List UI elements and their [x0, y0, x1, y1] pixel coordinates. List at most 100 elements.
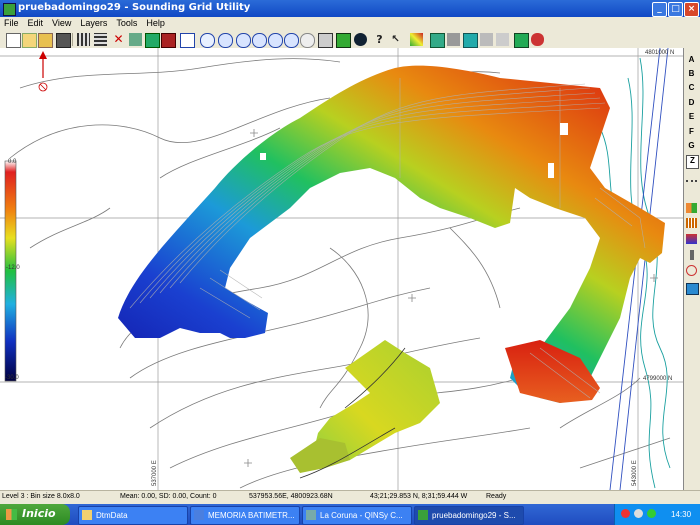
maximize-button[interactable]: □ — [668, 2, 683, 17]
page-icon[interactable] — [180, 33, 195, 48]
menu-edit[interactable]: Edit — [24, 17, 49, 28]
layer-button-a[interactable]: A — [686, 55, 697, 67]
east-coordinate-label: 543000 E — [632, 460, 638, 486]
minimize-button[interactable]: _ — [652, 2, 667, 17]
zoom-in-icon[interactable] — [218, 33, 233, 48]
zoom-out-icon[interactable] — [236, 33, 251, 48]
clock: 14:30 — [671, 510, 692, 519]
map-icon[interactable] — [514, 33, 529, 48]
run-icon[interactable] — [531, 33, 544, 46]
window-title: pruebadomingo29 - Sounding Grid Utility — [18, 2, 251, 13]
menu-view[interactable]: View — [48, 17, 76, 28]
status-bar: Level 3 : Bin size 8.0x8.0 Mean: 0.00, S… — [0, 490, 700, 504]
pick-icon[interactable] — [129, 33, 142, 46]
start-button[interactable]: Inicio — [0, 504, 70, 525]
color-icon[interactable] — [145, 33, 160, 48]
task-label: DtmData — [96, 511, 128, 520]
layers-icon[interactable] — [318, 33, 333, 48]
map-svg — [0, 48, 683, 490]
wave-tool-icon[interactable] — [686, 234, 697, 244]
scale-label-top: 0.0 — [8, 159, 17, 165]
status-level: Level 3 : Bin size 8.0x8.0 — [2, 493, 80, 500]
layer-button-b[interactable]: B — [686, 69, 697, 81]
task-memoria[interactable]: MEMORIA BATIMETR... — [190, 506, 300, 525]
side-toolbar: A B C D E F G Z — [684, 48, 700, 490]
layer-button-z[interactable]: Z — [686, 155, 699, 169]
status-coords-en: 537953.56E, 4800923.68N — [249, 493, 333, 500]
app-icon — [3, 3, 16, 16]
task-label: MEMORIA BATIMETR... — [208, 511, 295, 520]
zoom-all-icon[interactable] — [252, 33, 267, 48]
open-icon[interactable] — [22, 33, 37, 48]
system-tray: 14:30 — [614, 504, 700, 525]
bathymetry-yellow-tail — [290, 438, 350, 473]
status-coords-geo: 43;21;29.853 N, 8;31;59.444 W — [370, 493, 468, 500]
help-pointer-icon[interactable]: ↖ — [389, 33, 402, 46]
layer-button-d[interactable]: D — [686, 98, 697, 110]
task-label: La Coruna - QINSy C... — [320, 511, 403, 520]
start-label: Inicio — [22, 507, 56, 520]
phone-icon[interactable] — [686, 283, 699, 295]
task-label: pruebadomingo29 - S... — [432, 511, 516, 520]
menu-file[interactable]: File — [0, 17, 24, 28]
layer-button-f[interactable]: F — [686, 127, 697, 139]
map-canvas[interactable]: 0.0 -12.0 -30.0 4801000 N 4799000 N 5370… — [0, 48, 684, 490]
layer-button-e[interactable]: E — [686, 112, 697, 124]
menu-bar: File Edit View Layers Tools Help — [0, 17, 700, 31]
menu-help[interactable]: Help — [142, 17, 170, 28]
grid-icon[interactable] — [77, 33, 90, 46]
zoom-prev-icon[interactable] — [268, 33, 283, 48]
shade-icon[interactable] — [447, 33, 460, 46]
pen-icon[interactable] — [690, 250, 694, 260]
bars-icon[interactable] — [686, 218, 697, 228]
tray-network-icon[interactable] — [634, 509, 643, 518]
west-coordinate-label: 537000 E — [152, 460, 158, 486]
app-icon — [418, 510, 428, 520]
tray-status-icon[interactable] — [647, 509, 656, 518]
open-folder-icon[interactable] — [38, 33, 53, 48]
word-icon — [194, 510, 204, 520]
task-dtmdata[interactable]: DtmData — [78, 506, 188, 525]
layer-button-g[interactable]: G — [686, 141, 697, 153]
windows-logo-icon — [6, 509, 17, 520]
rotate-icon[interactable] — [686, 265, 697, 276]
separator — [72, 33, 73, 46]
grid-color-icon[interactable] — [686, 203, 697, 213]
zoom-box-icon[interactable] — [200, 33, 215, 48]
draw-icon[interactable] — [496, 33, 509, 46]
toolbar: ✕ ? ↖ s3 ▼ — [0, 31, 700, 78]
app-icon — [306, 510, 316, 520]
north-coordinate-label: 4801000 N — [645, 50, 675, 56]
info-icon[interactable] — [354, 33, 367, 46]
close-button[interactable]: × — [684, 2, 699, 17]
south-coordinate-label: 4799000 N — [643, 376, 673, 382]
status-ready: Ready — [486, 493, 507, 500]
taskbar: Inicio DtmData MEMORIA BATIMETR... La Co… — [0, 504, 700, 525]
print-icon[interactable] — [56, 33, 71, 48]
task-sounding-grid[interactable]: pruebadomingo29 - S... — [414, 506, 524, 525]
scale-label-mid: -12.0 — [6, 265, 20, 271]
new-icon[interactable] — [6, 33, 21, 48]
zoom-next-icon[interactable] — [284, 33, 299, 48]
task-qinsy[interactable]: La Coruna - QINSy C... — [302, 506, 412, 525]
delete-icon[interactable]: ✕ — [112, 33, 125, 46]
flag-icon[interactable] — [336, 33, 351, 48]
grid2-icon[interactable] — [94, 33, 107, 46]
grid-overlay-icon[interactable] — [463, 33, 478, 48]
contour-icon[interactable] — [410, 33, 423, 46]
tray-alert-icon[interactable] — [621, 509, 630, 518]
layer-button-c[interactable]: C — [686, 83, 697, 95]
wave-icon[interactable] — [480, 33, 493, 46]
menu-layers[interactable]: Layers — [76, 17, 112, 28]
export-icon[interactable] — [161, 33, 176, 48]
folder-icon — [82, 510, 92, 520]
north-arrow-icon — [38, 51, 48, 92]
palette-icon[interactable] — [430, 33, 445, 48]
zoom-window-icon[interactable] — [300, 33, 315, 48]
color-scale-bar — [4, 160, 17, 382]
title-bar: pruebadomingo29 - Sounding Grid Utility … — [0, 0, 700, 17]
menu-tools[interactable]: Tools — [112, 17, 142, 28]
more-icon[interactable] — [686, 180, 697, 182]
status-stats: Mean: 0.00, SD: 0.00, Count: 0 — [120, 493, 217, 500]
question-icon[interactable]: ? — [373, 33, 386, 46]
